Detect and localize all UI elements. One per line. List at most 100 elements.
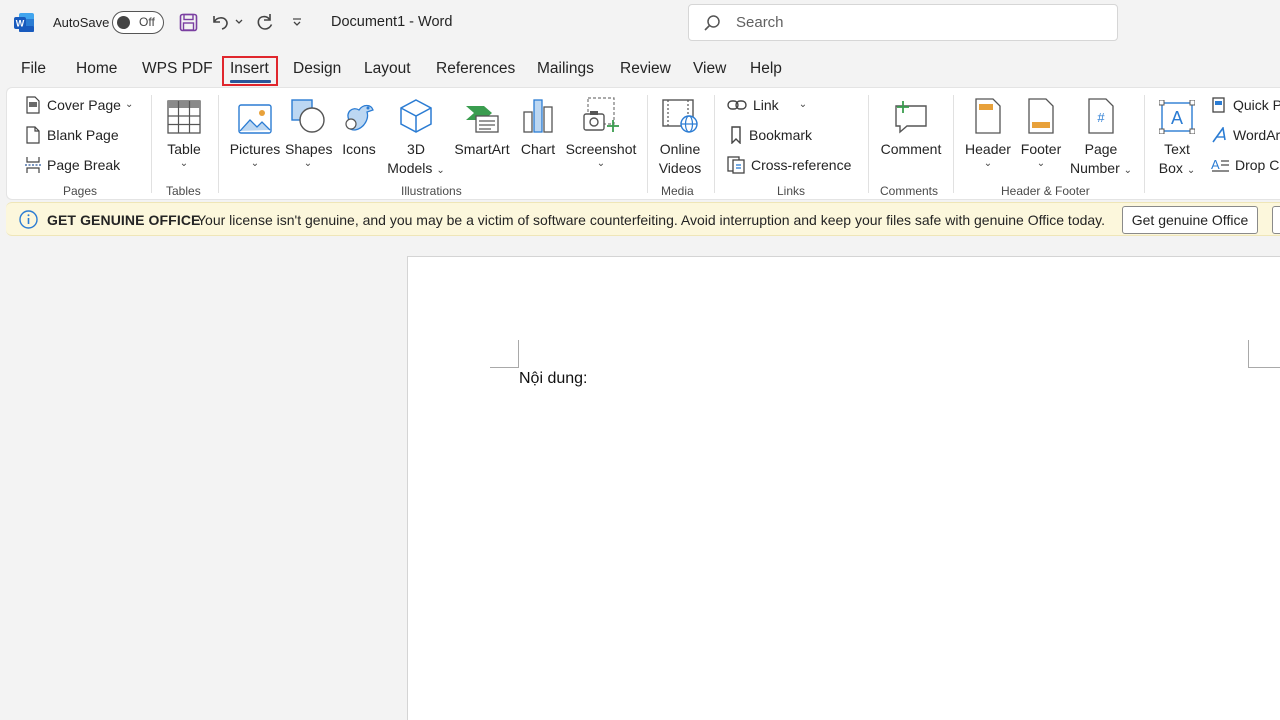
bar-chart-icon [523, 99, 553, 133]
tab-design[interactable]: Design [293, 60, 341, 78]
tab-file[interactable]: File [21, 60, 46, 78]
comment-button[interactable]: Comment [877, 94, 945, 159]
tab-layout[interactable]: Layout [364, 60, 411, 78]
cover-page-label: Cover Page [47, 97, 121, 113]
group-separator [647, 95, 648, 193]
margin-marker [490, 367, 519, 368]
text-box-button[interactable]: A Text Box ⌄ [1153, 94, 1201, 178]
3d-cube-icon [400, 99, 432, 133]
customize-toolbar-icon[interactable] [287, 11, 307, 33]
footer-icon [1028, 98, 1054, 134]
blank-page-button[interactable]: Blank Page [25, 123, 119, 147]
chart-label: Chart [520, 141, 556, 157]
smartart-button[interactable]: SmartArt [451, 94, 513, 159]
margin-marker [1248, 367, 1280, 368]
link-button[interactable]: Link ⌄ [727, 93, 807, 117]
group-label-illustrations: Illustrations [401, 184, 462, 198]
tab-help[interactable]: Help [750, 60, 782, 78]
drop-cap-icon: A [1211, 157, 1229, 172]
group-label-pages: Pages [63, 184, 98, 198]
tab-references[interactable]: References [436, 60, 515, 78]
save-icon[interactable] [177, 11, 199, 33]
drop-cap-button[interactable]: A Drop Ca [1211, 153, 1280, 177]
toggle-knob [117, 16, 130, 29]
shapes-label: Shapes [285, 141, 333, 157]
word-logo-icon: W [14, 13, 34, 32]
group-label-comments: Comments [880, 184, 939, 198]
page-number-label-line2: Number [1069, 160, 1120, 176]
screenshot-label: Screenshot [565, 141, 637, 157]
margin-marker [518, 340, 519, 368]
search-icon [704, 15, 720, 31]
page-number-button[interactable]: # Page Number ⌄ [1067, 94, 1135, 178]
screenshot-button[interactable]: Screenshot ⌄ [563, 94, 639, 169]
get-genuine-office-button[interactable]: Get genuine Office [1122, 206, 1258, 234]
group-label-media: Media [661, 184, 694, 198]
screenshot-icon [583, 97, 619, 132]
group-label-tables: Tables [166, 184, 201, 198]
document-page[interactable] [407, 256, 1280, 720]
chevron-down-icon: ⌄ [436, 165, 445, 176]
quick-parts-button[interactable]: Quick Pa [1211, 93, 1280, 117]
page-number-label-line1: Page [1084, 141, 1118, 157]
margin-marker [1248, 340, 1249, 368]
chevron-down-icon[interactable]: ⌄ [799, 100, 807, 110]
chevron-down-icon: ⌄ [303, 158, 313, 169]
pictures-button[interactable]: Pictures ⌄ [229, 94, 281, 169]
svg-text:A: A [1171, 108, 1183, 128]
page-number-icon: # [1088, 98, 1114, 134]
3d-models-button[interactable]: 3D Models ⌄ [387, 94, 445, 178]
text-box-label-line2: Box [1158, 160, 1183, 176]
group-separator [868, 95, 869, 193]
online-videos-button[interactable]: Online Videos [655, 94, 705, 178]
search-box[interactable]: Search [688, 4, 1118, 41]
svg-text:W: W [16, 19, 25, 29]
autosave-toggle[interactable]: Off [112, 11, 164, 34]
notification-message: Your license isn't genuine, and you may … [197, 212, 1106, 228]
page-break-button[interactable]: Page Break [25, 153, 120, 177]
tab-review[interactable]: Review [620, 60, 671, 78]
smartart-label: SmartArt [454, 141, 510, 157]
group-label-header-footer: Header & Footer [1001, 184, 1090, 198]
undo-icon[interactable] [209, 11, 231, 33]
redo-icon[interactable] [254, 11, 276, 33]
comment-label: Comment [880, 141, 942, 157]
notification-secondary-button[interactable] [1272, 206, 1280, 234]
cover-page-button[interactable]: Cover Page ⌄ [25, 93, 133, 117]
document-title: Document1 - Word [331, 14, 453, 30]
quick-parts-icon [1212, 97, 1225, 113]
undo-dropdown-icon[interactable] [231, 11, 247, 33]
text-box-icon: A [1159, 100, 1195, 134]
header-icon [975, 98, 1001, 134]
wordart-label: WordAr [1233, 127, 1280, 143]
search-placeholder: Search [736, 14, 784, 31]
footer-button[interactable]: Footer ⌄ [1017, 94, 1065, 169]
cross-reference-button[interactable]: Cross-reference [727, 153, 851, 177]
notification-title: GET GENUINE OFFICE [47, 212, 201, 228]
header-label: Header [965, 141, 1011, 157]
bookmark-button[interactable]: Bookmark [729, 123, 812, 147]
wordart-button[interactable]: WordAr [1211, 123, 1280, 147]
tab-mailings[interactable]: Mailings [537, 60, 594, 78]
tab-home[interactable]: Home [76, 60, 117, 78]
icons-button[interactable]: Icons [339, 94, 379, 159]
chevron-down-icon: ⌄ [1036, 158, 1046, 169]
pictures-label: Pictures [229, 141, 281, 157]
chart-button[interactable]: Chart [517, 94, 559, 159]
ribbon-tabs: File Home WPS PDF Insert Design Layout R… [0, 46, 1280, 86]
pictures-icon [238, 104, 272, 134]
icons-icon [345, 104, 374, 131]
text-box-label-line1: Text [1164, 141, 1190, 157]
document-body-text[interactable]: Nội dung: [519, 370, 588, 388]
online-videos-label-line2: Videos [658, 160, 702, 176]
group-separator [1144, 95, 1145, 193]
table-label: Table [167, 141, 201, 157]
footer-label: Footer [1020, 141, 1062, 157]
shapes-button[interactable]: Shapes ⌄ [285, 94, 333, 169]
title-bar: W AutoSave Off Document1 - Word Search [0, 0, 1280, 46]
chevron-down-icon: ⌄ [250, 158, 260, 169]
header-button[interactable]: Header ⌄ [963, 94, 1013, 169]
table-button[interactable]: Table ⌄ [163, 94, 205, 169]
tab-view[interactable]: View [693, 60, 726, 78]
tab-wps-pdf[interactable]: WPS PDF [142, 60, 213, 78]
